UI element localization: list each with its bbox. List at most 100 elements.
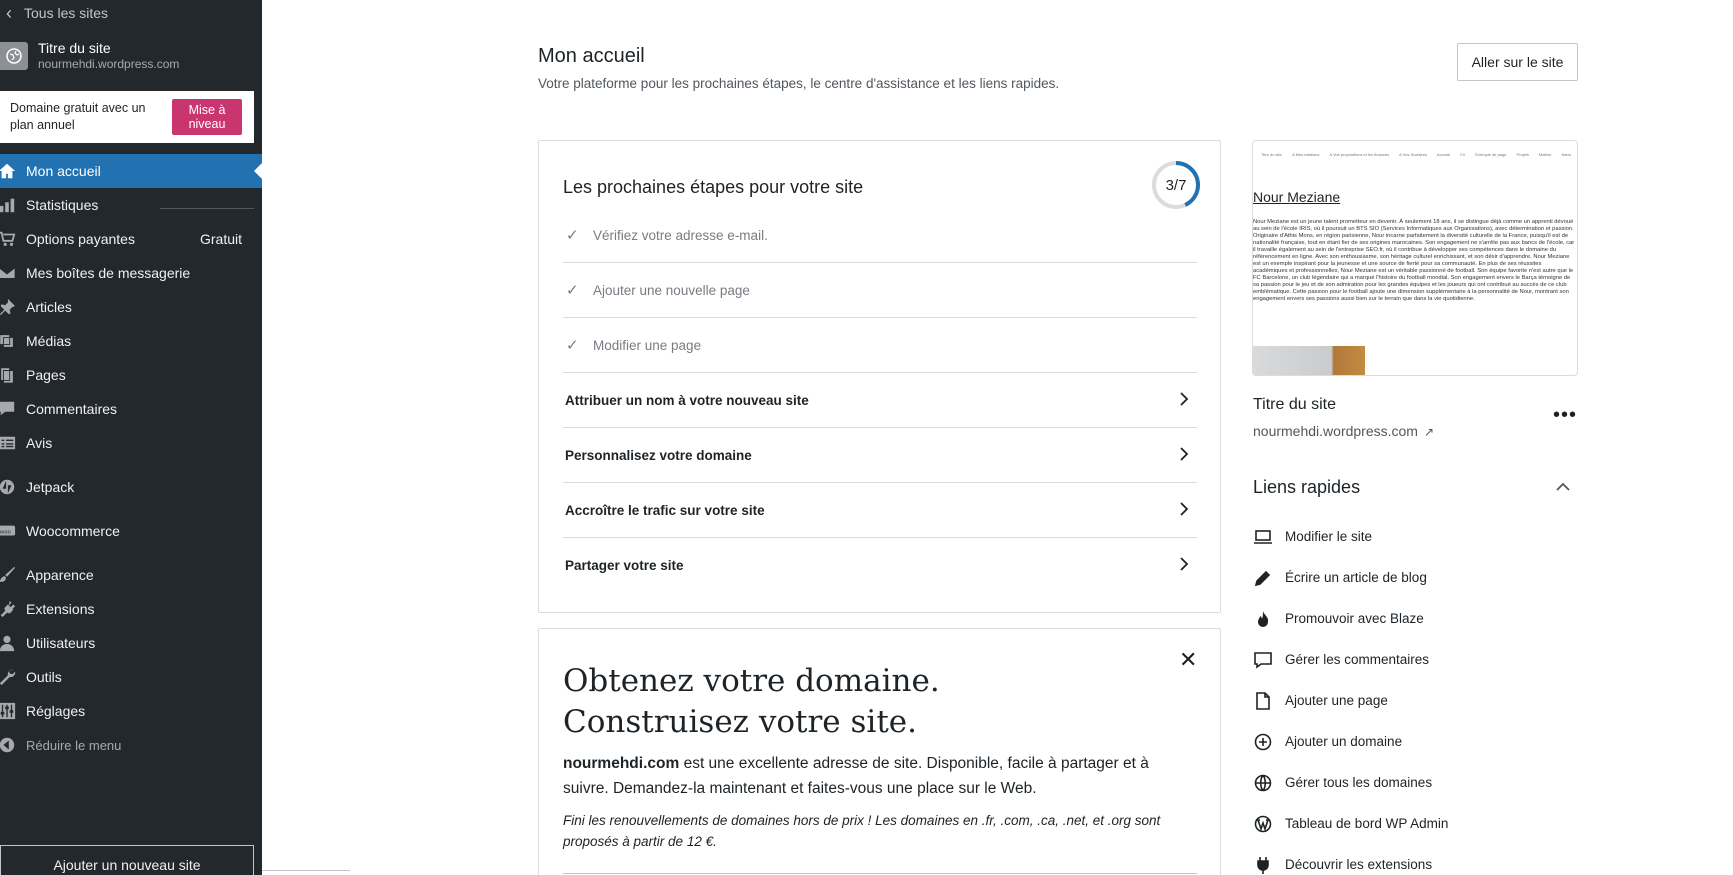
sidebar-item-label: Réglages: [26, 703, 86, 719]
quick-link-manage-domains[interactable]: Gérer tous les domaines: [1253, 762, 1573, 803]
pages-icon: [0, 358, 26, 392]
sidebar-item-posts[interactable]: Articles: [0, 290, 262, 324]
media-icon: [0, 324, 26, 358]
quick-link-wp-admin[interactable]: Tableau de bord WP Admin: [1253, 803, 1573, 844]
collapse-menu-button[interactable]: Réduire le menu: [0, 728, 262, 762]
horizontal-scrollbar[interactable]: [262, 870, 350, 871]
sidebar-item-pages[interactable]: Pages: [0, 358, 262, 392]
close-icon[interactable]: ✕: [1179, 647, 1197, 673]
sidebar-item-jetpack[interactable]: Jetpack: [0, 470, 262, 504]
sidebar-item-reviews[interactable]: Avis: [0, 426, 262, 460]
sidebar-item-mailboxes[interactable]: Mes boîtes de messagerie: [0, 256, 262, 290]
visit-site-button[interactable]: Aller sur le site: [1457, 43, 1578, 81]
preview-nav: Titre du site A Mes tableaux A Vos propo…: [1261, 152, 1571, 157]
sidebar-item-media[interactable]: Médias: [0, 324, 262, 358]
sidebar-item-label: Woocommerce: [26, 523, 120, 539]
sidebar-item-label: Avis: [26, 435, 53, 451]
add-new-site-button[interactable]: Ajouter un nouveau site: [0, 845, 254, 875]
task-item-name-site[interactable]: Attribuer un nom à votre nouveau site: [563, 373, 1197, 428]
cart-icon: [0, 222, 26, 256]
app-window: ‹ Tous les sites Titre du site nourmehdi…: [0, 0, 1733, 875]
laptop-icon: [1253, 527, 1285, 547]
preview-nav-item: A Vos Scolaires: [1399, 152, 1427, 157]
task-list: ✓ Vérifiez votre adresse e-mail. ✓ Ajout…: [563, 208, 1197, 593]
task-label: Ajouter une nouvelle page: [593, 282, 750, 298]
progress-label: 3/7: [1165, 176, 1187, 194]
page-subtitle: Votre plateforme pour les prochaines éta…: [538, 76, 1060, 91]
mail-icon: [0, 256, 26, 290]
preview-nav-items: A Mes tableaux A Vos propositions et les…: [1292, 152, 1571, 157]
external-link-icon: ↗: [1423, 425, 1435, 439]
site-info-title: Titre du site: [1253, 396, 1336, 413]
sidebar-item-label: Jetpack: [26, 479, 75, 495]
site-info-url-text: nourmehdi.wordpress.com: [1253, 423, 1418, 439]
sidebar-item-appearance[interactable]: Apparence: [0, 558, 262, 592]
quick-link-label: Gérer les commentaires: [1285, 652, 1430, 667]
sidebar-item-label: Outils: [26, 669, 62, 685]
task-label: Vérifiez votre adresse e-mail.: [593, 227, 768, 243]
sidebar-item-comments[interactable]: Commentaires: [0, 392, 262, 426]
task-item-customize-domain[interactable]: Personnalisez votre domaine: [563, 428, 1197, 483]
page-title: Mon accueil: [538, 45, 645, 67]
sidebar-menu: Mon accueil Statistiques Options payante…: [0, 154, 262, 762]
site-url: nourmehdi.wordpress.com: [38, 57, 180, 71]
chevron-right-icon: [1177, 444, 1191, 464]
task-item-add-page[interactable]: ✓ Ajouter une nouvelle page: [563, 263, 1197, 318]
quick-link-comments[interactable]: Gérer les commentaires: [1253, 639, 1573, 680]
comment-icon: [1253, 650, 1285, 670]
quick-link-label: Gérer tous les domaines: [1285, 775, 1433, 790]
site-preview[interactable]: Titre du site A Mes tableaux A Vos propo…: [1252, 140, 1578, 376]
site-title: Titre du site: [38, 40, 111, 56]
all-sites-link[interactable]: ‹ Tous les sites: [0, 0, 108, 26]
sidebar-item-label: Commentaires: [26, 401, 118, 417]
sidebar-item-plugins[interactable]: Extensions: [0, 592, 262, 626]
plug-icon: [1253, 855, 1285, 875]
next-steps-card: Les prochaines étapes pour votre site 3/…: [538, 140, 1221, 613]
quick-link-plugins[interactable]: Découvrir les extensions: [1253, 844, 1573, 875]
sidebar-item-label: Mes boîtes de messagerie: [26, 265, 191, 281]
preview-nav-item: Exemple de page: [1475, 152, 1507, 157]
quick-link-add-domain[interactable]: Ajouter un domaine: [1253, 721, 1573, 762]
task-item-edit-page[interactable]: ✓ Modifier une page: [563, 318, 1197, 373]
preview-site-title: Titre du site: [1261, 152, 1282, 157]
quick-link-blaze[interactable]: Promouvoir avec Blaze: [1253, 598, 1573, 639]
task-label: Attribuer un nom à votre nouveau site: [565, 392, 809, 408]
bar-chart-icon: [0, 188, 26, 222]
quick-link-label: Ajouter une page: [1285, 693, 1388, 708]
sidebar-item-users[interactable]: Utilisateurs: [0, 626, 262, 660]
sidebar-item-label: Réduire le menu: [26, 737, 122, 753]
sidebar-item-paid-options[interactable]: Options payantes Gratuit: [0, 222, 262, 256]
task-item-share-site[interactable]: Partager votre site: [563, 538, 1197, 593]
quick-link-add-page[interactable]: Ajouter une page: [1253, 680, 1573, 721]
more-options-button[interactable]: •••: [1553, 404, 1577, 427]
task-label: Partager votre site: [565, 558, 684, 573]
task-item-verify-email[interactable]: ✓ Vérifiez votre adresse e-mail.: [563, 208, 1197, 263]
task-item-grow-traffic[interactable]: Accroître le trafic sur votre site: [563, 483, 1197, 538]
sidebar-item-stats[interactable]: Statistiques: [0, 188, 262, 222]
quick-link-label: Ajouter un domaine: [1285, 734, 1403, 749]
upgrade-button[interactable]: Mise à niveau: [172, 99, 242, 135]
task-label: Modifier une page: [593, 337, 702, 353]
sidebar-item-tools[interactable]: Outils: [0, 660, 262, 694]
sidebar-item-label: Médias: [26, 333, 72, 349]
task-label: Personnalisez votre domaine: [565, 447, 752, 463]
quick-link-write-post[interactable]: Écrire un article de blog: [1253, 557, 1573, 598]
suggested-domain: nourmehdi.com: [563, 755, 680, 772]
collapse-icon: [0, 728, 26, 762]
task-label: Accroître le trafic sur votre site: [565, 502, 765, 518]
sidebar-item-settings[interactable]: Réglages: [0, 694, 262, 728]
divider: [563, 873, 1197, 874]
sidebar-item-woocommerce[interactable]: woo Woocommerce: [0, 514, 262, 548]
sidebar-item-label: Extensions: [26, 601, 95, 617]
site-card[interactable]: Titre du site nourmehdi.wordpress.com: [0, 40, 179, 71]
quick-link-edit-site[interactable]: Modifier le site: [1253, 516, 1573, 557]
sidebar-item-home[interactable]: Mon accueil: [0, 154, 262, 188]
sidebar: ‹ Tous les sites Titre du site nourmehdi…: [0, 0, 262, 875]
brush-icon: [0, 558, 26, 592]
sidebar-item-label: Articles: [26, 299, 72, 315]
chevron-up-icon[interactable]: [1554, 478, 1572, 496]
preview-heading: Nour Meziane: [1253, 189, 1341, 205]
all-sites-label: Tous les sites: [24, 5, 109, 21]
domain-heading-line2: Construisez votre site.: [563, 704, 917, 740]
site-info-url[interactable]: nourmehdi.wordpress.com ↗: [1253, 423, 1434, 439]
